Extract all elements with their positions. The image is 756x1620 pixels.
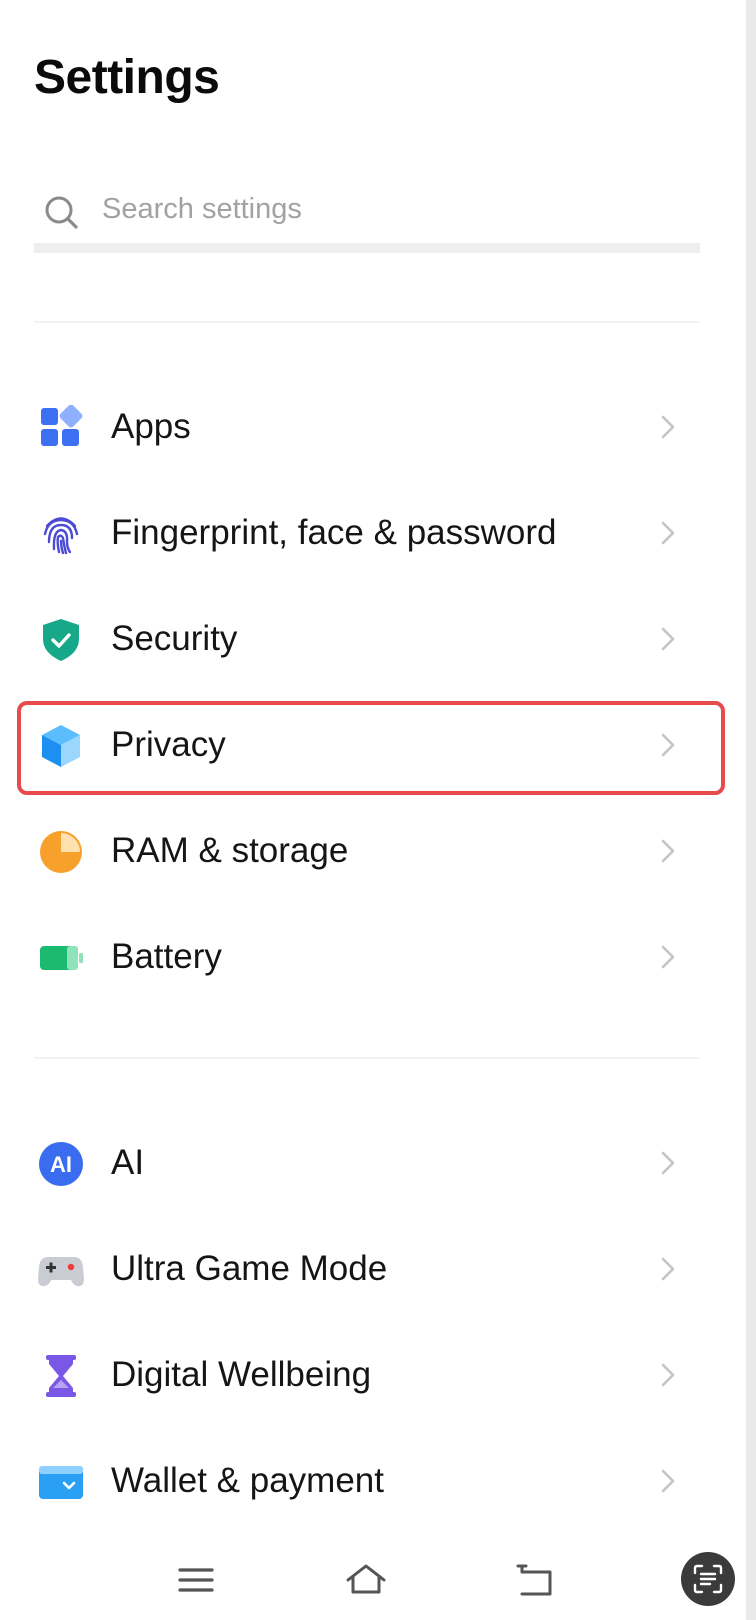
list-item-label: RAM & storage	[111, 831, 349, 870]
divider	[34, 1057, 700, 1059]
chevron-right-icon	[661, 415, 675, 439]
list-item-digital-wellbeing[interactable]: Digital Wellbeing	[0, 1322, 756, 1428]
apps-icon	[41, 405, 83, 446]
list-item-label: Fingerprint, face & password	[111, 513, 557, 552]
list-item-label: Security	[111, 619, 238, 658]
pie-chart-icon	[40, 831, 82, 873]
menu-icon[interactable]	[174, 1558, 218, 1602]
search-box[interactable]: Search settings	[34, 185, 700, 253]
search-input[interactable]: Search settings	[102, 193, 302, 226]
hourglass-icon	[46, 1355, 76, 1397]
screenshot-icon	[693, 1564, 723, 1594]
list-item-apps[interactable]: Apps	[0, 374, 756, 480]
list-item-label: Apps	[111, 407, 191, 446]
list-item-label: Digital Wellbeing	[111, 1355, 372, 1394]
list-item-ai[interactable]: AI AI	[0, 1110, 756, 1216]
page-title: Settings	[34, 51, 220, 104]
chevron-right-icon	[661, 1151, 675, 1175]
home-icon[interactable]	[344, 1558, 388, 1602]
navigation-bar	[0, 1540, 756, 1620]
chevron-right-icon	[661, 1257, 675, 1281]
chevron-right-icon	[661, 1363, 675, 1387]
svg-text:AI: AI	[50, 1152, 72, 1177]
search-icon	[45, 196, 78, 229]
list-item-battery[interactable]: Battery	[0, 904, 756, 1010]
list-item-label: AI	[111, 1143, 145, 1182]
list-item-wallet-payment[interactable]: Wallet & payment	[0, 1428, 756, 1534]
shield-icon	[43, 619, 79, 661]
settings-group-2: AI AI Ultra Game Mode Digital Wellbeing	[0, 1110, 756, 1534]
chevron-right-icon	[661, 839, 675, 863]
settings-group-1: Apps Fingerprint, face & password Securi…	[0, 374, 756, 1010]
chevron-right-icon	[661, 945, 675, 969]
chevron-right-icon	[661, 627, 675, 651]
back-icon[interactable]	[514, 1558, 558, 1602]
wallet-icon	[39, 1466, 83, 1499]
chevron-right-icon	[661, 1469, 675, 1493]
divider	[34, 321, 700, 323]
list-item-security[interactable]: Security	[0, 586, 756, 692]
screenshot-button[interactable]	[681, 1552, 735, 1606]
search-underline	[34, 243, 700, 253]
battery-icon	[40, 946, 83, 970]
ai-icon: AI	[39, 1142, 83, 1186]
list-item-ram-storage[interactable]: RAM & storage	[0, 798, 756, 904]
highlight-box	[17, 701, 725, 795]
list-item-ultra-game-mode[interactable]: Ultra Game Mode	[0, 1216, 756, 1322]
chevron-right-icon	[661, 521, 675, 545]
list-item-label: Battery	[111, 937, 222, 976]
gamepad-icon	[38, 1257, 84, 1287]
list-item-label: Wallet & payment	[111, 1461, 384, 1500]
list-item-fingerprint[interactable]: Fingerprint, face & password	[0, 480, 756, 586]
list-item-label: Ultra Game Mode	[111, 1249, 388, 1288]
fingerprint-icon	[43, 517, 79, 555]
